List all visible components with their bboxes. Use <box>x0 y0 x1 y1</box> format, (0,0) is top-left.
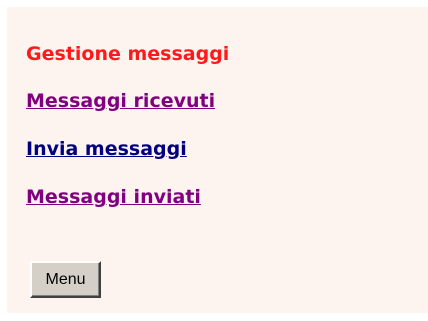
send-messages-link[interactable]: Invia messaggi <box>26 138 187 160</box>
sent-messages-link[interactable]: Messaggi inviati <box>26 186 201 208</box>
received-messages-link[interactable]: Messaggi ricevuti <box>26 90 215 112</box>
menu-button[interactable]: Menu <box>30 261 101 298</box>
message-management-panel: Gestione messaggi Messaggi ricevuti Invi… <box>7 7 428 313</box>
section-title: Gestione messaggi <box>26 43 230 65</box>
